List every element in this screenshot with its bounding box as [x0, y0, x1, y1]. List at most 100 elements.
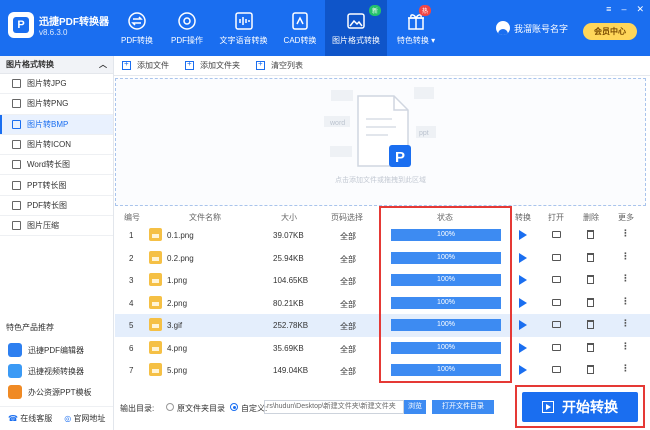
open-folder-icon[interactable] [552, 321, 561, 328]
row-file-name: 5.png [167, 366, 188, 375]
hot-badge: 热 [418, 5, 431, 16]
delete-icon[interactable] [587, 230, 594, 239]
close-icon[interactable]: ✕ [636, 4, 644, 15]
progress-bar: 100% [391, 319, 501, 331]
convert-play-icon[interactable] [519, 275, 527, 285]
audio-wave-icon [234, 11, 253, 30]
svg-text:P: P [395, 149, 405, 166]
nav-text-voice[interactable]: 文字语音转换 [212, 0, 275, 56]
menu-icon[interactable]: ≡ [606, 4, 611, 15]
nav-label: 图片格式转换 [332, 35, 380, 45]
more-icon[interactable]: ⋮ [621, 341, 630, 352]
nav-label: 特色转换 ▾ [396, 35, 436, 45]
image-thumbnail-icon [149, 228, 162, 241]
table-row[interactable]: 6 4.png 35.69KB 全部 100% ⋮ [115, 337, 650, 360]
open-folder-button[interactable]: 打开文件目录 [432, 400, 494, 414]
convert-play-icon[interactable] [519, 320, 527, 330]
row-pages[interactable]: 全部 [340, 366, 356, 377]
image-file-icon [12, 119, 21, 129]
delete-icon[interactable] [587, 342, 594, 352]
open-folder-icon[interactable] [552, 298, 561, 306]
radio-original-dir[interactable] [166, 403, 174, 411]
more-icon[interactable]: ⋮ [621, 296, 630, 307]
browse-button[interactable]: 浏览 [404, 400, 426, 414]
sidebar-item-word-long[interactable]: Word转长图 [0, 155, 113, 176]
table-row[interactable]: 7 5.png 149.04KB 全部 100% ⋮ [115, 359, 650, 382]
more-icon[interactable]: ⋮ [621, 363, 630, 374]
convert-play-icon[interactable] [519, 297, 527, 308]
nav-cad[interactable]: CAD转换 [275, 0, 325, 56]
table-header: 编号 文件名称 大小 页码选择 状态 转换 打开 删除 更多 [115, 210, 650, 224]
delete-icon[interactable] [587, 275, 594, 284]
more-icon[interactable]: ⋮ [621, 273, 630, 284]
row-file-name: 2.png [167, 298, 188, 308]
add-folder-button[interactable]: 添加文件夹 [185, 59, 240, 71]
app-name: 迅捷PDF转换器 [39, 17, 109, 28]
delete-icon[interactable] [587, 365, 594, 374]
row-pages[interactable]: 全部 [340, 299, 356, 310]
table-row[interactable]: 3 1.png 104.65KB 全部 100% ⋮ [115, 269, 650, 292]
sidebar-header[interactable]: 图片格式转换 ︿ [0, 56, 113, 74]
open-folder-icon[interactable] [552, 231, 561, 238]
image-file-icon [12, 79, 21, 89]
row-file-name: 4.png [167, 343, 188, 353]
row-pages[interactable]: 全部 [340, 231, 356, 242]
sidebar-item-png[interactable]: 图片转PNG [0, 94, 113, 115]
sidebar-item-ppt-long[interactable]: PPT转长图 [0, 175, 113, 196]
sidebar-item-pdf-long[interactable]: PDF转长图 [0, 196, 113, 217]
nav-special[interactable]: 热 特色转换 ▾ [387, 0, 445, 56]
open-folder-icon[interactable] [552, 276, 561, 283]
progress-bar: 100% [391, 229, 501, 241]
open-folder-icon[interactable] [552, 343, 561, 351]
window-controls: ≡ – ✕ [606, 4, 644, 15]
open-folder-icon[interactable] [552, 366, 561, 373]
row-pages[interactable]: 全部 [340, 344, 356, 355]
featured-video-converter[interactable]: 迅捷视频转换器 [8, 362, 84, 380]
drop-zone[interactable]: word ppt P 点击添加文件或拖拽到此区域 [115, 78, 646, 206]
table-row[interactable]: 1 0.1.png 39.07KB 全部 100% ⋮ [115, 224, 650, 247]
row-pages[interactable]: 全部 [340, 321, 356, 332]
vip-center-button[interactable]: 会员中心 [583, 23, 637, 40]
delete-icon[interactable] [587, 297, 594, 307]
user-account[interactable]: 我溜账号名字 [496, 21, 568, 35]
row-pages[interactable]: 全部 [340, 276, 356, 287]
convert-play-icon[interactable] [519, 230, 527, 240]
featured-pdf-editor[interactable]: 迅捷PDF编辑器 [8, 341, 84, 359]
delete-icon[interactable] [587, 320, 594, 329]
more-icon[interactable]: ⋮ [621, 318, 630, 329]
sidebar-item-icon[interactable]: 图片转ICON [0, 135, 113, 156]
convert-play-icon[interactable] [519, 365, 527, 375]
table-row[interactable]: 5 3.gif 252.78KB 全部 100% ⋮ [115, 314, 650, 337]
sidebar-item-label: PDF转长图 [27, 200, 67, 210]
sidebar-item-compress[interactable]: 图片压缩 [0, 216, 113, 237]
globe-icon: ◎ [64, 414, 72, 423]
row-size: 35.69KB [273, 343, 304, 353]
minimize-icon[interactable]: – [621, 4, 626, 15]
nav-pdf-convert[interactable]: PDF转换 [112, 0, 162, 56]
more-icon[interactable]: ⋮ [621, 251, 630, 262]
row-pages[interactable]: 全部 [340, 254, 356, 265]
nav-image-format[interactable]: 新 图片格式转换 [325, 0, 387, 56]
convert-play-icon[interactable] [519, 252, 527, 263]
add-file-button[interactable]: 添加文件 [122, 59, 169, 71]
sidebar-item-label: 图片转JPG [27, 79, 67, 89]
table-row[interactable]: 4 2.png 80.21KB 全部 100% ⋮ [115, 292, 650, 315]
more-icon[interactable]: ⋮ [621, 228, 630, 239]
row-size: 80.21KB [273, 298, 304, 308]
start-convert-button[interactable]: 开始转换 [522, 392, 638, 422]
col-delete: 删除 [583, 213, 599, 222]
sidebar-item-label: PPT转长图 [27, 180, 67, 190]
clear-list-button[interactable]: 清空列表 [256, 59, 303, 71]
featured-ppt-templates[interactable]: 办公资源PPT模板 [8, 383, 92, 401]
convert-play-icon[interactable] [519, 342, 527, 353]
website-link[interactable]: ◎ 官网地址 [64, 413, 105, 424]
output-path-input[interactable]: rs\hudun\Desktop\新建文件夹\新建文件夹 [264, 400, 404, 414]
sidebar-item-bmp[interactable]: 图片转BMP [0, 114, 113, 135]
table-row[interactable]: 2 0.2.png 25.94KB 全部 100% ⋮ [115, 247, 650, 270]
sidebar-item-jpg[interactable]: 图片转JPG [0, 74, 113, 95]
open-folder-icon[interactable] [552, 253, 561, 261]
online-service-link[interactable]: ☎ 在线客服 [8, 413, 52, 424]
delete-icon[interactable] [587, 252, 594, 262]
nav-pdf-operate[interactable]: PDF操作 [162, 0, 212, 56]
radio-custom-dir[interactable] [230, 403, 238, 411]
